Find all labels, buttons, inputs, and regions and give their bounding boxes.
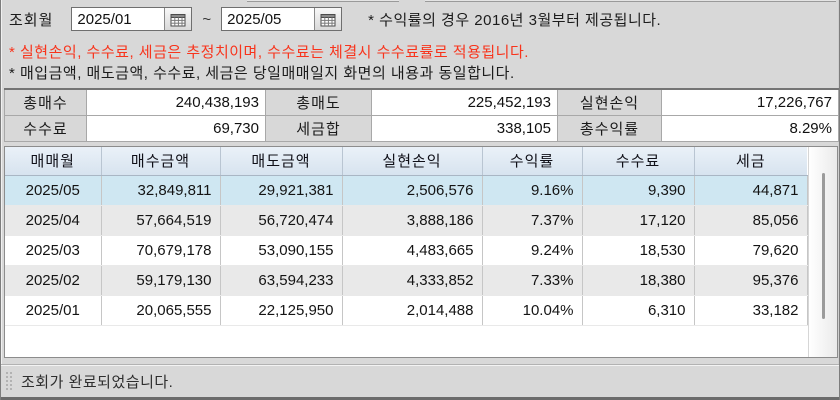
date-to-field xyxy=(221,7,343,31)
cell-buy: 70,679,178 xyxy=(101,235,221,266)
table-row[interactable]: 2025/02 59,179,130 63,594,233 4,333,852 … xyxy=(5,265,808,296)
grid-header-row: 매매월 매수금액 매도금액 실현손익 수익률 수수료 세금 xyxy=(5,147,807,176)
scrollbar-thumb[interactable] xyxy=(822,173,825,319)
header-buy-amount: 매수금액 xyxy=(101,147,221,176)
header-month: 매매월 xyxy=(5,147,102,176)
total-buy-label: 총매수 xyxy=(4,88,87,116)
cell-buy: 59,179,130 xyxy=(101,265,221,296)
monthly-grid-frame: 매매월 매수금액 매도금액 실현손익 수익률 수수료 세금 2025/05 32… xyxy=(4,146,838,358)
return-rate-availability-note: * 수익률의 경우 2016년 3월부터 제공됩니다. xyxy=(368,11,662,29)
cell-sell: 53,090,155 xyxy=(220,235,343,266)
header-fee: 수수료 xyxy=(582,147,695,176)
summary-row: 수수료 69,730 세금합 338,105 총수익률 8.29% xyxy=(4,114,839,142)
cell-fee: 18,530 xyxy=(582,235,695,266)
calendar-icon xyxy=(320,13,336,26)
realized-pl-value: 17,226,767 xyxy=(661,88,839,116)
cell-buy: 20,065,555 xyxy=(101,295,221,326)
total-return-value: 8.29% xyxy=(661,114,839,142)
header-realized-pl: 실현손익 xyxy=(342,147,483,176)
date-from-input[interactable] xyxy=(72,8,165,30)
cell-realized-pl: 4,333,852 xyxy=(342,265,483,296)
total-sell-label: 총매도 xyxy=(265,88,372,116)
date-to-calendar-button[interactable] xyxy=(314,8,342,30)
header-sell-amount: 매도금액 xyxy=(220,147,343,176)
cell-sell: 56,720,474 xyxy=(220,205,343,236)
cell-tax: 95,376 xyxy=(694,265,808,296)
cell-fee: 9,390 xyxy=(582,175,695,206)
calendar-icon xyxy=(170,13,186,26)
date-from-field xyxy=(71,7,193,31)
cell-return-rate: 7.33% xyxy=(482,265,583,296)
table-row[interactable]: 2025/04 57,664,519 56,720,474 3,888,186 … xyxy=(5,205,808,236)
total-sell-value: 225,452,193 xyxy=(371,88,558,116)
monthly-trading-report-window: 조회월 ~ xyxy=(0,0,840,400)
summary-row: 총매수 240,438,193 총매도 225,452,193 실현손익 17,… xyxy=(4,88,839,116)
filter-row: 조회월 ~ xyxy=(9,6,835,32)
summary-totals-table: 총매수 240,438,193 총매도 225,452,193 실현손익 17,… xyxy=(4,88,839,142)
status-bar: 조회가 완료되었습니다. xyxy=(1,364,839,400)
cell-month: 2025/03 xyxy=(5,235,102,266)
tax-total-value: 338,105 xyxy=(371,114,558,142)
query-month-label: 조회월 xyxy=(9,11,54,29)
cell-fee: 6,310 xyxy=(582,295,695,326)
cell-month: 2025/01 xyxy=(5,295,102,326)
cropped-edge-segment xyxy=(425,0,836,2)
date-from-calendar-button[interactable] xyxy=(164,8,192,30)
cell-realized-pl: 2,506,576 xyxy=(342,175,483,206)
cell-return-rate: 9.16% xyxy=(482,175,583,206)
date-range-separator: ~ xyxy=(202,10,212,28)
cell-fee: 17,120 xyxy=(582,205,695,236)
cropped-edge-segment xyxy=(247,0,399,2)
cell-return-rate: 7.37% xyxy=(482,205,583,236)
cell-realized-pl: 4,483,665 xyxy=(342,235,483,266)
vertical-scrollbar[interactable] xyxy=(808,147,837,357)
cell-sell: 29,921,381 xyxy=(220,175,343,206)
table-row[interactable]: 2025/05 32,849,811 29,921,381 2,506,576 … xyxy=(5,175,808,206)
cell-tax: 44,871 xyxy=(694,175,808,206)
cell-buy: 57,664,519 xyxy=(101,205,221,236)
cropped-controls-edge xyxy=(1,0,839,3)
fee-label: 수수료 xyxy=(4,114,87,142)
total-buy-value: 240,438,193 xyxy=(86,88,266,116)
total-return-label: 총수익률 xyxy=(557,114,662,142)
cell-tax: 33,182 xyxy=(694,295,808,326)
daily-journal-match-notice: * 매입금액, 매도금액, 수수료, 세금은 당일매매일지 화면의 내용과 동일… xyxy=(9,65,515,82)
cell-realized-pl: 3,888,186 xyxy=(342,205,483,236)
cell-tax: 79,620 xyxy=(694,235,808,266)
cell-month: 2025/04 xyxy=(5,205,102,236)
cell-return-rate: 10.04% xyxy=(482,295,583,326)
estimate-notice: * 실현손익, 수수료, 세금은 추정치이며, 수수료는 체결시 수수료률로 적… xyxy=(9,44,529,61)
header-tax: 세금 xyxy=(694,147,807,176)
table-row[interactable]: 2025/01 20,065,555 22,125,950 2,014,488 … xyxy=(5,295,808,326)
cell-tax: 85,056 xyxy=(694,205,808,236)
table-row[interactable]: 2025/03 70,679,178 53,090,155 4,483,665 … xyxy=(5,235,808,266)
cell-fee: 18,380 xyxy=(582,265,695,296)
cell-sell: 63,594,233 xyxy=(220,265,343,296)
header-return-rate: 수익률 xyxy=(482,147,583,176)
cell-realized-pl: 2,014,488 xyxy=(342,295,483,326)
status-grip-icon xyxy=(6,372,12,390)
tax-total-label: 세금합 xyxy=(265,114,372,142)
cell-buy: 32,849,811 xyxy=(101,175,221,206)
monthly-grid: 매매월 매수금액 매도금액 실현손익 수익률 수수료 세금 2025/05 32… xyxy=(5,147,808,326)
fee-value: 69,730 xyxy=(86,114,266,142)
date-to-input[interactable] xyxy=(222,8,315,30)
realized-pl-label: 실현손익 xyxy=(557,88,662,116)
cell-sell: 22,125,950 xyxy=(220,295,343,326)
cell-month: 2025/05 xyxy=(5,175,102,206)
cell-return-rate: 9.24% xyxy=(482,235,583,266)
status-message: 조회가 완료되었습니다. xyxy=(21,373,174,391)
cell-month: 2025/02 xyxy=(5,265,102,296)
